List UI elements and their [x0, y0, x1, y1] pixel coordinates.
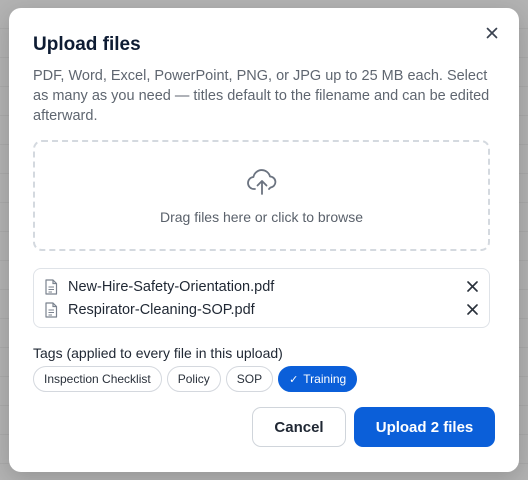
- dialog-title: Upload files: [33, 34, 141, 55]
- dropzone-text: Drag files here or click to browse: [159, 209, 364, 225]
- tag-chip-group: Inspection Checklist Policy SOP ✓ Traini…: [33, 366, 358, 392]
- remove-file-icon[interactable]: [465, 280, 479, 294]
- tag-chip-label: Training: [303, 372, 347, 386]
- document-icon: [45, 278, 58, 295]
- tag-chip-inspection-checklist[interactable]: Inspection Checklist: [33, 366, 162, 392]
- tags-label: Tags (applied to every file in this uplo…: [33, 345, 283, 361]
- tag-chip-sop[interactable]: SOP: [225, 366, 274, 392]
- tag-chip-label: SOP: [236, 372, 263, 386]
- tag-chip-label: Inspection Checklist: [44, 372, 151, 386]
- cloud-upload-icon: [246, 169, 276, 195]
- upload-files-dialog: Upload files PDF, Word, Excel, PowerPoin…: [9, 8, 519, 472]
- file-name: Respirator-Cleaning-SOP.pdf: [68, 301, 255, 318]
- close-icon[interactable]: [484, 25, 500, 41]
- check-icon: ✓: [289, 373, 299, 386]
- file-row: Respirator-Cleaning-SOP.pdf: [44, 298, 479, 321]
- document-icon: [45, 301, 58, 318]
- tag-chip-training[interactable]: ✓ Training: [278, 366, 358, 392]
- selected-files-list: New-Hire-Safety-Orientation.pdf Respirat…: [33, 268, 490, 328]
- file-name: New-Hire-Safety-Orientation.pdf: [68, 278, 275, 295]
- upload-files-button[interactable]: Upload 2 files: [354, 407, 495, 447]
- cancel-button[interactable]: Cancel: [252, 407, 346, 447]
- dialog-description: PDF, Word, Excel, PowerPoint, PNG, or JP…: [33, 68, 490, 124]
- file-dropzone[interactable]: Drag files here or click to browse: [33, 140, 490, 251]
- remove-file-icon[interactable]: [465, 303, 479, 317]
- tag-chip-label: Policy: [177, 372, 210, 386]
- file-row: New-Hire-Safety-Orientation.pdf: [44, 275, 479, 298]
- tag-chip-policy[interactable]: Policy: [166, 366, 221, 392]
